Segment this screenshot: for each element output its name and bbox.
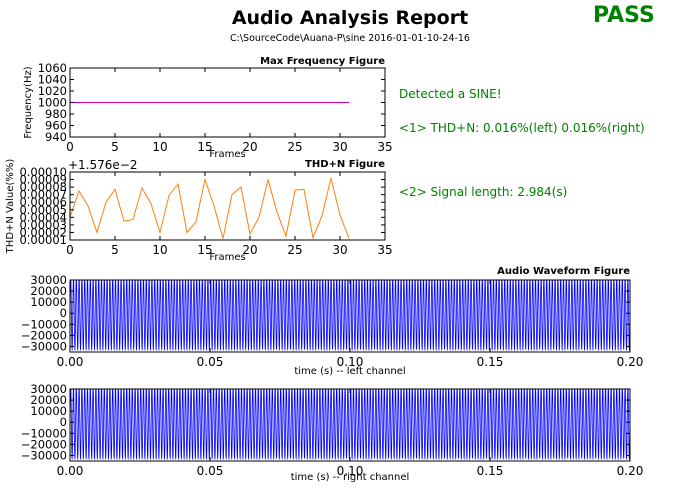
x-tick-label: 5 [111,140,119,154]
y-tick-label: 0.00010 [19,165,67,179]
x-tick-label: 30 [332,140,347,154]
x-tick-label: 0 [66,243,74,257]
x-tick-label: 0 [66,140,74,154]
y-axis-label: THD+N Value(%%) [5,159,16,255]
waveform-series-line [70,389,630,461]
x-tick-label: 30 [332,243,347,257]
chart-title: THD+N Figure [305,159,385,170]
x-tick-label: 0.20 [617,355,644,369]
chart-title: Max Frequency Figure [260,56,385,67]
chart-title: Audio Waveform Figure [497,266,630,277]
x-axis-label: time (s) -- right channel [291,472,410,483]
x-tick-label: 0.15 [477,355,504,369]
y-tick-label: 30000 [30,273,67,287]
x-axis-label: Frames [209,252,245,263]
y-offset-label: +1.576e−2 [68,158,137,172]
x-tick-label: 10 [152,140,167,154]
x-tick-label: 25 [287,140,302,154]
y-tick-label: 1060 [38,61,67,75]
figures-canvas: 0 5 10 15 20 25 30 359409609801000102010401060 M… [5,56,644,483]
x-tick-label: 0.15 [477,464,504,478]
x-axis-label: Frames [209,149,245,160]
x-tick-label: 25 [287,243,302,257]
x-tick-label: 5 [111,243,119,257]
x-tick-label: 35 [377,140,392,154]
waveform-series-line [70,280,630,352]
x-tick-label: 0.05 [197,355,224,369]
series-line [70,177,350,240]
x-tick-label: 0.05 [197,464,224,478]
x-axis-label: time (s) -- left channel [294,366,405,377]
x-tick-label: 0.20 [617,464,644,478]
x-tick-label: 10 [152,243,167,257]
x-tick-label: 0.00 [57,355,84,369]
y-axis-label: Frequency(Hz) [23,66,34,138]
x-tick-label: 35 [377,243,392,257]
y-tick-label: 30000 [30,382,67,396]
x-tick-label: 0.00 [57,464,84,478]
